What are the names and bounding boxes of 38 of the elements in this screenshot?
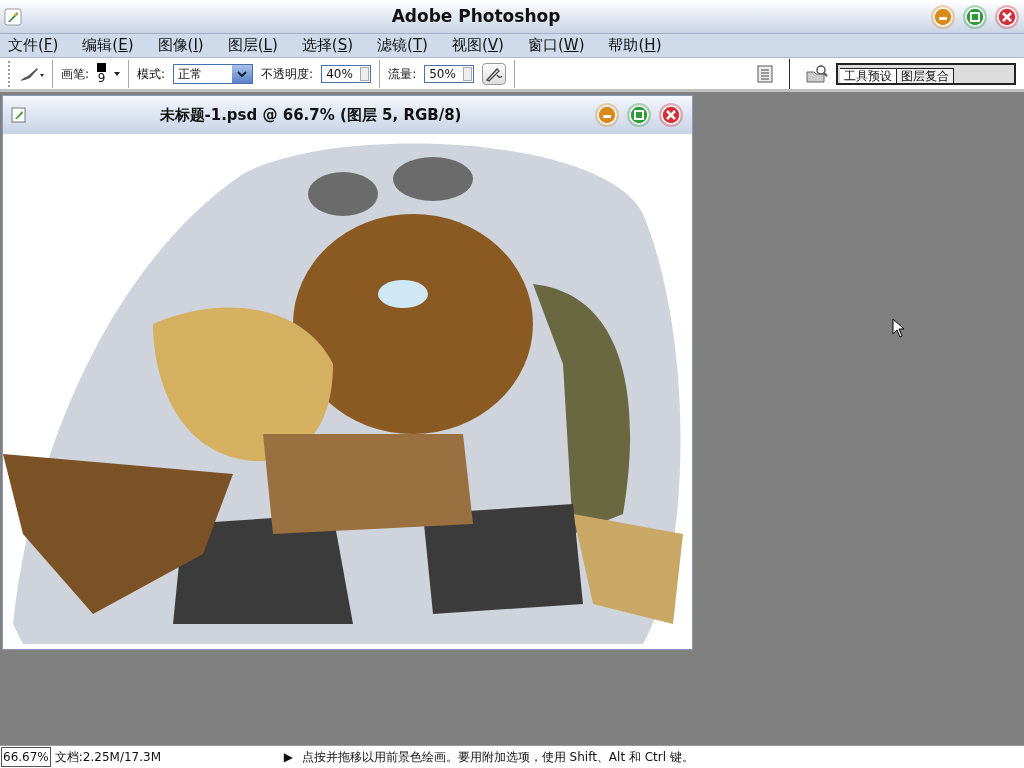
opacity-label: 不透明度: xyxy=(261,65,314,83)
menu-item[interactable]: 视图(V) xyxy=(451,34,504,57)
palette-tab[interactable]: 工具预设 xyxy=(840,67,897,83)
menu-item[interactable]: 帮助(H) xyxy=(608,34,662,57)
document-icon xyxy=(11,107,27,123)
hint-arrow[interactable]: ▶ xyxy=(283,748,298,766)
palette-tab[interactable]: 图层复合 xyxy=(897,67,954,83)
mode-label: 模式: xyxy=(137,65,166,83)
menu-item[interactable]: 图层(L) xyxy=(227,34,278,57)
menu-item[interactable]: 文件(F) xyxy=(8,34,59,57)
opacity-field[interactable]: 40% xyxy=(321,64,372,83)
brush-picker[interactable]: 9 xyxy=(97,63,121,84)
minimize-button[interactable] xyxy=(594,102,620,128)
zoom-field[interactable]: 66.67% xyxy=(1,747,51,767)
flow-label: 流量: xyxy=(388,65,417,83)
chevron-down-icon xyxy=(237,70,248,77)
maximize-button[interactable] xyxy=(626,102,652,128)
feather-icon xyxy=(4,7,22,26)
close-button[interactable] xyxy=(994,3,1020,30)
menu-item[interactable]: 滤镜(T) xyxy=(377,34,428,57)
close-button[interactable] xyxy=(658,102,684,128)
menu-item[interactable]: 窗口(W) xyxy=(527,34,585,57)
brush-label: 画笔: xyxy=(61,65,90,83)
document-size: 文档:2.25M/17.3M xyxy=(54,749,162,766)
cursor-icon xyxy=(892,318,905,338)
document-list-icon[interactable] xyxy=(757,64,773,83)
menu-item[interactable]: 图像(I) xyxy=(157,34,204,57)
minimize-button[interactable] xyxy=(930,3,956,30)
menu-item[interactable]: 编辑(E) xyxy=(82,34,134,57)
airbrush-button[interactable] xyxy=(482,62,507,85)
window-title: Adobe Photoshop xyxy=(391,4,561,28)
restore-button[interactable] xyxy=(962,3,988,30)
mode-dropdown[interactable]: 正常 xyxy=(173,63,254,84)
status-hint: 点按并拖移以用前景色绘画。要用附加选项，使用 Shift、Alt 和 Ctrl 键。 xyxy=(301,749,694,766)
flow-field[interactable]: 50% xyxy=(424,64,475,83)
folder-search-icon[interactable] xyxy=(806,63,828,84)
document-title: 未标题-1.psd @ 66.7% (图层 5, RGB/8) xyxy=(159,104,462,126)
menu-item[interactable]: 选择(S) xyxy=(301,34,354,57)
